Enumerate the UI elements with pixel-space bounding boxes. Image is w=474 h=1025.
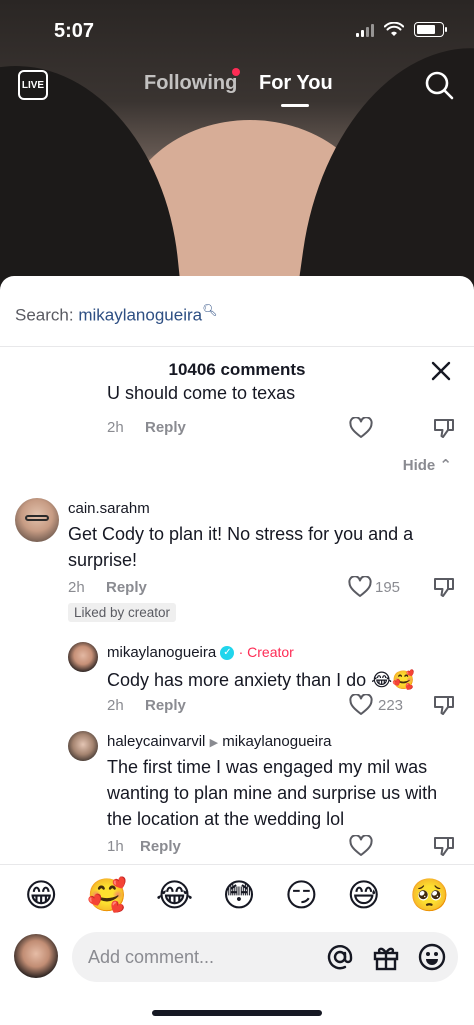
tab-following-label: Following: [144, 72, 238, 94]
emoji-flushed[interactable]: 😳: [222, 879, 255, 911]
comment-text: U should come to texas: [107, 386, 295, 412]
notification-dot: [232, 68, 240, 76]
avatar[interactable]: [68, 642, 98, 672]
search-small-icon: 🔍︎: [202, 303, 218, 317]
comment-input-wrapper: [72, 932, 458, 982]
search-prefix: Search:: [15, 305, 79, 325]
hide-label: Hide: [402, 457, 436, 474]
reply-username: mikaylanogueira ✓ · Creator: [107, 644, 294, 661]
heart-icon[interactable]: [349, 835, 373, 857]
creator-label: Creator: [247, 644, 294, 660]
home-indicator[interactable]: [152, 1010, 322, 1016]
emoji-smiling-hearts[interactable]: 🥰: [87, 879, 127, 911]
dislike-icon[interactable]: [433, 417, 455, 439]
gift-icon[interactable]: [372, 943, 400, 971]
comment-text-content: U should come to texas: [107, 386, 296, 403]
tab-following[interactable]: Following: [144, 72, 237, 95]
emoji-pleading[interactable]: 🥺: [410, 879, 450, 911]
dislike-icon[interactable]: [433, 835, 455, 857]
comment-username[interactable]: cain.sarahm: [68, 500, 150, 517]
comment-time: 2h: [68, 579, 85, 596]
comments-count-title: 10406 comments: [168, 360, 306, 379]
status-time: 5:07: [54, 20, 95, 42]
live-icon[interactable]: LIVE: [18, 70, 48, 100]
emoji-smirk[interactable]: 😏: [285, 879, 318, 911]
reply-text: The first time I was engaged my mil was …: [107, 757, 438, 829]
heart-icon[interactable]: [348, 576, 372, 598]
reply-button[interactable]: Reply: [140, 838, 181, 855]
add-comment-input[interactable]: [88, 932, 318, 982]
reply-username: haleycainvarvil ▶ mikaylanogueira: [107, 733, 331, 750]
emoji-picker-icon[interactable]: [418, 943, 446, 971]
reply-button[interactable]: Reply: [106, 579, 147, 596]
comment-text: Get Cody to plan it! No stress for you a…: [68, 524, 414, 570]
top-nav: LIVE Following For You: [0, 62, 474, 112]
wifi-icon: [384, 22, 404, 36]
tab-for-you-label: For You: [259, 72, 333, 94]
heart-icon[interactable]: [349, 417, 373, 439]
comments-sheet: Search: mikaylanogueira🔍︎ 10406 comments…: [0, 276, 474, 1025]
emoji-grin[interactable]: 😁: [25, 879, 58, 911]
like-count: 195: [375, 579, 401, 596]
reply-button[interactable]: Reply: [145, 697, 186, 714]
comment-input-bar: [0, 928, 474, 988]
reply-text: Cody has more anxiety than I do 😂🥰: [107, 670, 415, 690]
battery-icon: [414, 22, 447, 37]
reply-username-text[interactable]: haleycainvarvil: [107, 733, 205, 750]
like-count: 223: [378, 697, 404, 714]
dislike-icon[interactable]: [433, 694, 455, 716]
comment-time: 2h: [107, 419, 124, 436]
dislike-icon[interactable]: [433, 576, 455, 598]
cellular-signal-icon: [356, 23, 374, 37]
close-icon[interactable]: [430, 360, 452, 382]
reply-button[interactable]: Reply: [145, 419, 186, 436]
chevron-up-icon: ⌃: [439, 457, 452, 474]
status-icons: [356, 22, 447, 37]
heart-icon[interactable]: [349, 694, 373, 716]
reply-username-text[interactable]: mikaylanogueira: [107, 644, 216, 661]
status-bar: 5:07: [0, 0, 474, 60]
reply-to-username[interactable]: mikaylanogueira: [222, 733, 331, 750]
liked-by-creator-badge: Liked by creator: [68, 603, 177, 622]
reply-time: 1h: [107, 838, 124, 855]
tab-for-you[interactable]: For You: [259, 72, 333, 107]
user-avatar[interactable]: [14, 934, 58, 978]
verified-badge-icon: ✓: [220, 646, 235, 661]
hide-replies-button[interactable]: Hide ⌃: [403, 456, 452, 474]
caret-right-icon: ▶: [209, 737, 219, 749]
live-label: LIVE: [21, 79, 45, 91]
search-suggestion[interactable]: Search: mikaylanogueira🔍︎: [15, 303, 217, 326]
avatar[interactable]: [68, 731, 98, 761]
emoji-sweat-smile[interactable]: 😅: [347, 879, 380, 911]
search-term[interactable]: mikaylanogueira: [78, 306, 202, 325]
divider: [0, 346, 474, 347]
avatar[interactable]: [15, 498, 59, 542]
creator-tag: · Creator: [238, 644, 294, 660]
emoji-quick-bar: 😁 🥰 😂 😳 😏 😅 🥺: [0, 865, 474, 925]
mention-icon[interactable]: [326, 943, 354, 971]
search-icon[interactable]: [424, 70, 454, 100]
emoji-tears-of-joy[interactable]: 😂: [156, 879, 193, 911]
reply-time: 2h: [107, 697, 124, 714]
